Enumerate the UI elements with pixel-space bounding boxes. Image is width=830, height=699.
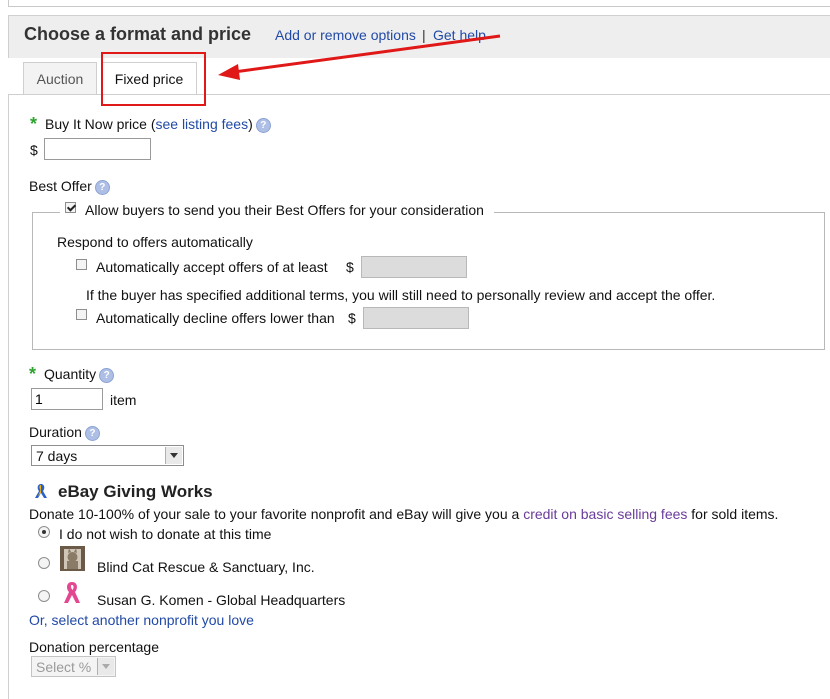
- buy-it-now-label-text: Buy It Now price (: [45, 116, 156, 132]
- chevron-down-icon: [165, 447, 182, 464]
- auto-decline-currency: $: [348, 310, 356, 326]
- chevron-down-icon: [97, 658, 114, 675]
- donate-option-blind-cat-label: Blind Cat Rescue & Sanctuary, Inc.: [97, 559, 315, 575]
- awareness-ribbon-icon: [35, 484, 47, 498]
- help-icon[interactable]: ?: [94, 179, 110, 195]
- additional-terms-note: If the buyer has specified additional te…: [86, 287, 716, 303]
- best-offer-label-text: Best Offer: [29, 178, 92, 194]
- quantity-input[interactable]: [31, 388, 103, 410]
- buy-it-now-currency: $: [30, 142, 38, 158]
- best-offer-label: Best Offer?: [29, 178, 110, 195]
- auto-decline-label: Automatically decline offers lower than: [96, 310, 335, 326]
- tab-auction[interactable]: Auction: [23, 62, 97, 94]
- auto-accept-currency: $: [346, 259, 354, 275]
- quantity-required-mark: *: [29, 364, 37, 384]
- quantity-unit: item: [110, 392, 137, 408]
- donate-option-komen-radio[interactable]: [38, 590, 50, 602]
- duration-select[interactable]: 7 days: [31, 445, 184, 466]
- tab-fixed-price[interactable]: Fixed price: [101, 62, 197, 94]
- duration-label: Duration?: [29, 424, 100, 441]
- annotation-arrow-icon: [218, 34, 501, 80]
- giving-works-description: Donate 10-100% of your sale to your favo…: [29, 506, 778, 522]
- donate-option-none-label: I do not wish to donate at this time: [59, 526, 272, 542]
- allow-best-offer-checkbox[interactable]: [65, 202, 76, 213]
- quantity-label: Quantity?: [44, 366, 115, 383]
- donate-option-blind-cat-radio[interactable]: [38, 557, 50, 569]
- donate-option-komen-label: Susan G. Komen - Global Headquarters: [97, 592, 346, 608]
- auto-accept-checkbox[interactable]: [76, 259, 87, 270]
- content-left-border: [8, 94, 9, 699]
- donate-option-none-radio[interactable]: [38, 526, 50, 538]
- best-offer-fieldset: [32, 212, 825, 350]
- buy-it-now-label: Buy It Now price (see listing fees)?: [45, 116, 271, 133]
- credit-selling-fees-link[interactable]: credit on basic selling fees: [523, 506, 687, 522]
- tab-divider: [8, 94, 830, 95]
- auto-decline-checkbox[interactable]: [76, 309, 87, 320]
- buy-it-now-price-input[interactable]: [44, 138, 151, 160]
- allow-best-offer-label: Allow buyers to send you their Best Offe…: [85, 202, 484, 218]
- pink-ribbon-icon: [64, 582, 80, 603]
- buy-it-now-label-close: ): [248, 116, 253, 132]
- help-icon[interactable]: ?: [99, 367, 115, 383]
- auto-accept-label: Automatically accept offers of at least: [96, 259, 328, 275]
- donation-percentage-label: Donation percentage: [29, 639, 159, 655]
- giving-works-desc-after: for sold items.: [687, 506, 779, 522]
- auto-accept-amount-input[interactable]: [361, 256, 467, 278]
- cat-photo-icon: [60, 546, 85, 571]
- duration-selected-value: 7 days: [36, 448, 78, 464]
- buy-it-now-required-mark: *: [30, 114, 38, 134]
- see-listing-fees-link[interactable]: see listing fees: [155, 116, 248, 132]
- giving-works-desc-before: Donate 10-100% of your sale to your favo…: [29, 506, 524, 522]
- quantity-label-text: Quantity: [44, 366, 97, 382]
- duration-label-text: Duration: [29, 424, 82, 440]
- donation-percentage-selected-value: Select %: [36, 659, 92, 675]
- auto-decline-amount-input[interactable]: [363, 307, 469, 329]
- help-icon[interactable]: ?: [84, 425, 100, 441]
- top-border: [8, 0, 830, 7]
- help-icon[interactable]: ?: [255, 117, 271, 133]
- select-other-nonprofit-link[interactable]: Or, select another nonprofit you love: [29, 612, 254, 628]
- giving-works-title: eBay Giving Works: [58, 482, 213, 501]
- respond-automatically-label: Respond to offers automatically: [57, 234, 253, 250]
- donation-percentage-select[interactable]: Select %: [31, 656, 116, 677]
